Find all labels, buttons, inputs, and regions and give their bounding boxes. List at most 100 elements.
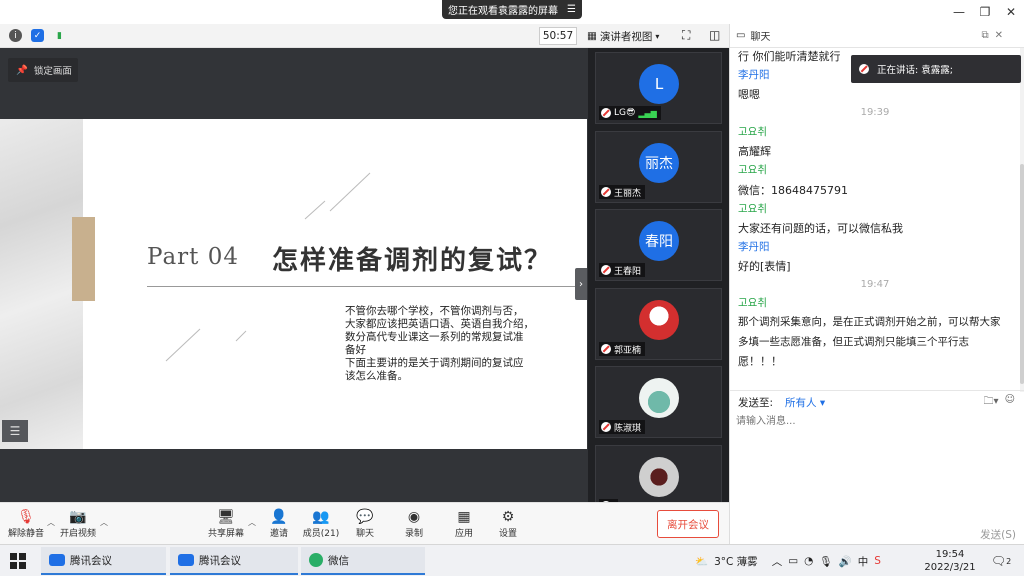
restore-button[interactable]: ❐ [972,0,998,24]
clock-time: 19:54 [935,549,965,560]
slide-part-label: Part 04 [147,244,239,270]
minimize-button[interactable]: — [946,0,972,24]
mute-button[interactable]: 🎙 解除静音 [8,508,44,542]
app-tray-icon[interactable]: S [874,555,881,567]
share-notice[interactable]: 您正在观看袁露露的屏幕 ☰ [442,0,582,19]
info-icon[interactable]: i [9,29,22,42]
slide-body: 不管你去哪个学校，不管你调剂与否， 大家都应该把英语口语、英语自我介绍， 数分高… [345,305,545,383]
chevron-up-icon[interactable]: ︿ [772,554,783,569]
chat-header: ▭ 聊天 ⧉ ✕ [730,24,1024,48]
chat-sender[interactable]: 고요취 [738,123,767,142]
shield-icon[interactable]: ✓ [31,29,44,42]
avatar: 丽杰 [639,143,679,183]
chat-sender[interactable]: 고요취 [738,161,767,180]
users-icon: 👥 [312,509,330,525]
lock-view-button[interactable]: 📌 锁定画面 [8,58,78,82]
screen-share-icon: 🖥 [217,509,235,525]
view-switch-button[interactable]: ▦ 演讲者视图 ▾ [587,27,672,45]
chat-sender[interactable]: 고요취 [738,294,767,313]
invite-button[interactable]: 👤 邀请 [265,508,293,542]
slide-body-line: 下面主要讲的是关于调剂期间的复试应 [345,357,524,369]
participant-tile[interactable] [595,445,722,502]
share-screen-button[interactable]: 🖥 共享屏幕 [206,508,246,542]
chat-bubble-icon: 💬 [356,509,374,525]
chevron-up-icon[interactable]: ︿ [47,517,55,528]
clock-date: 2022/3/21 [924,562,976,573]
send-button[interactable]: 发送(S) [980,527,1016,542]
emoji-icon[interactable]: ☺ [1005,394,1015,411]
video-button[interactable]: 📷 开启视频 [58,508,98,542]
apps-button[interactable]: ▦ 应用 [450,508,478,542]
system-clock[interactable]: 19:54 2022/3/21 [922,548,978,574]
slide-decor-lines [165,172,371,362]
popout-icon[interactable]: ⧉ [981,30,988,41]
chat-button[interactable]: 💬 聊天 [351,508,379,542]
settings-button[interactable]: ⚙ 设置 [494,508,522,542]
wechat-icon [309,553,323,567]
video-label: 开启视频 [59,529,96,539]
taskbar-item-tencent-meeting[interactable]: 腾讯会议 [41,547,166,575]
pin-icon: 📌 [16,64,28,76]
tencent-meeting-icon [49,554,65,566]
chevron-up-icon[interactable]: ︿ [100,517,108,528]
participant-name-tag: LG😎 ▂▄▆ [599,106,661,120]
window-titlebar: 您正在观看袁露露的屏幕 ☰ — ❐ ✕ [0,0,1024,24]
fullscreen-icon[interactable]: ⛶ [682,28,690,43]
avatar-image [639,378,679,418]
weather-text[interactable]: 3°C 薄雾 [714,554,758,569]
taskbar-item-tencent-meeting[interactable]: 腾讯会议 [170,547,298,575]
windows-start-icon[interactable] [10,553,26,569]
participant-name: LG😎 [614,108,636,118]
close-icon[interactable]: ✕ [995,30,1003,41]
wifi-icon[interactable]: ◔ [804,555,813,567]
add-user-icon: 👤 [270,509,288,525]
send-to-select[interactable]: 所有人 ▾ [785,395,825,410]
speaking-label: 正在讲话: 袁露露; [877,65,953,76]
list-icon[interactable]: ☰ [2,420,28,442]
speaker-icon[interactable]: 🔊 [839,555,852,568]
taskbar-item-label: 微信 [328,554,349,567]
signal-icon[interactable]: ▮ [53,29,66,42]
chat-message-text: 愿！！！ [738,355,782,368]
close-button[interactable]: ✕ [998,0,1024,24]
tencent-meeting-icon [178,554,194,566]
members-button[interactable]: 👥 成员(21) [302,508,340,542]
chat-scrollbar-thumb[interactable] [1020,164,1024,384]
taskbar-item-wechat[interactable]: 微信 [301,547,425,575]
chat-title: 聊天 [750,32,771,43]
chat-message-text: 行 你们能听清楚就行 [738,50,841,63]
meeting-toolbar: 🎙 解除静音 ︿ 📷 开启视频 ︿ 🖥 共享屏幕 ︿ 👤 邀请 👥 成员(21)… [0,502,729,544]
mic-muted-icon [859,64,869,74]
participant-tile[interactable]: L LG😎 ▂▄▆ [595,52,722,124]
chat-message-text: 好的[表情] [738,260,791,273]
chat-input[interactable] [736,411,1016,431]
collapse-panel-button[interactable]: › [575,268,587,300]
participant-tile[interactable]: 春阳 王春阳 [595,209,722,281]
ime-icon[interactable]: 中 [858,554,869,569]
layout-icon[interactable]: ◫ [709,28,720,42]
chat-message-text: 高耀辉 [738,145,771,158]
battery-icon[interactable]: ▭ [788,555,798,567]
participant-name-tag: 郭亚楠 [599,342,646,356]
mic-icon[interactable]: 🎙 [819,555,832,568]
settings-label: 设置 [498,529,517,539]
folder-icon[interactable]: 🗀▾ [984,394,999,411]
avatar-image [639,457,679,497]
participant-tile[interactable]: 陈淑琪 [595,366,722,438]
chat-sender[interactable]: 李丹阳 [738,66,770,85]
mic-muted-icon [601,187,611,197]
chat-sender[interactable]: 李丹阳 [738,238,770,257]
avatar: L [639,64,679,104]
notification-icon[interactable]: 🗨 2 [990,552,1012,570]
chevron-up-icon[interactable]: ︿ [248,517,256,528]
system-tray: ⛅ 3°C 薄雾 ︿ ▭ ◔ 🎙 🔊 中 S [695,545,881,576]
slide-body-line: 大家都应该把英语口语、英语自我介绍， [345,318,534,330]
avatar: 春阳 [639,221,679,261]
leave-meeting-button[interactable]: 离开会议 [657,510,719,538]
menu-icon[interactable]: ☰ [567,4,576,15]
participant-tile[interactable]: 郭亚楠 [595,288,722,360]
participant-tile[interactable]: 丽杰 王丽杰 [595,131,722,203]
record-button[interactable]: ◉ 录制 [400,508,428,542]
members-label: 成员(21) [302,529,340,539]
chat-sender[interactable]: 고요취 [738,200,767,219]
